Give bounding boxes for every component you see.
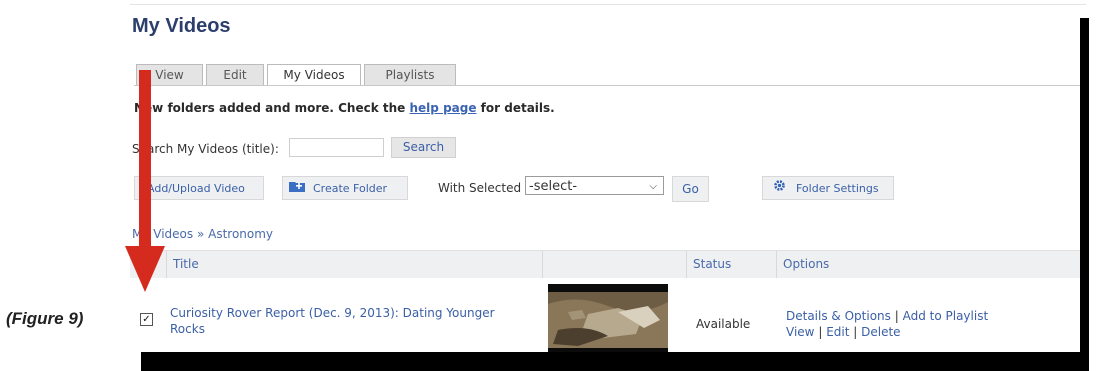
select-value: -select- bbox=[529, 179, 578, 194]
notice-text: New folders added and more. Check the he… bbox=[134, 101, 555, 115]
video-thumbnail[interactable] bbox=[548, 284, 668, 354]
black-border-bottom bbox=[141, 352, 1089, 371]
folder-settings-button[interactable]: Folder Settings bbox=[762, 176, 894, 200]
tab-view[interactable]: View bbox=[136, 64, 203, 85]
tab-my-videos[interactable]: My Videos bbox=[267, 64, 361, 86]
table-row: ✓ Curiosity Rover Report (Dec. 9, 2013):… bbox=[130, 278, 1080, 354]
with-selected-label: With Selected bbox=[438, 181, 522, 195]
header-select bbox=[130, 251, 166, 278]
chevron-down-icon: ⌵ bbox=[649, 181, 657, 192]
details-options-link[interactable]: Details & Options bbox=[786, 309, 891, 323]
folder-settings-label: Folder Settings bbox=[796, 182, 879, 195]
create-folder-button[interactable]: Create Folder bbox=[282, 176, 408, 200]
breadcrumb[interactable]: My Videos » Astronomy bbox=[132, 227, 273, 241]
tab-edit[interactable]: Edit bbox=[206, 64, 264, 85]
search-label: Search My Videos (title): bbox=[132, 142, 279, 156]
gear-icon bbox=[773, 177, 786, 201]
go-button[interactable]: Go bbox=[672, 176, 709, 202]
folder-plus-icon bbox=[289, 177, 305, 201]
table-header: Title Status Options bbox=[130, 250, 1080, 279]
search-input[interactable] bbox=[289, 138, 384, 157]
edit-link[interactable]: Edit bbox=[826, 325, 849, 339]
create-folder-label: Create Folder bbox=[313, 182, 388, 195]
screenshot-panel: My Videos View Edit My Videos Playlists … bbox=[120, 4, 1086, 354]
separator: | bbox=[818, 325, 823, 339]
delete-link[interactable]: Delete bbox=[861, 325, 900, 339]
add-upload-label: Add/Upload Video bbox=[147, 182, 245, 195]
video-title-link[interactable]: Curiosity Rover Report (Dec. 9, 2013): D… bbox=[170, 305, 530, 337]
separator: | bbox=[894, 309, 899, 323]
notice-prefix: New folders added and more. Check the bbox=[134, 101, 406, 115]
page-title: My Videos bbox=[132, 15, 231, 37]
notice-suffix: for details. bbox=[480, 101, 555, 115]
separator: | bbox=[853, 325, 858, 339]
with-selected-select[interactable]: -select- ⌵ bbox=[525, 176, 664, 195]
add-upload-video-button[interactable]: Add/Upload Video bbox=[134, 176, 264, 200]
search-button[interactable]: Search bbox=[391, 137, 456, 158]
header-status[interactable]: Status bbox=[686, 251, 776, 278]
black-border-right bbox=[1080, 18, 1089, 354]
add-to-playlist-link[interactable]: Add to Playlist bbox=[903, 309, 989, 323]
status-text: Available bbox=[696, 317, 751, 331]
help-page-link[interactable]: help page bbox=[410, 101, 477, 115]
view-link[interactable]: View bbox=[786, 325, 814, 339]
options-cell: Details & Options | Add to Playlist View… bbox=[786, 308, 988, 340]
tab-playlists[interactable]: Playlists bbox=[364, 64, 456, 85]
top-divider bbox=[130, 4, 1086, 5]
figure-label: (Figure 9) bbox=[6, 309, 84, 328]
header-options: Options bbox=[776, 251, 1080, 278]
row-checkbox[interactable]: ✓ bbox=[140, 313, 153, 326]
header-thumbnail bbox=[542, 251, 686, 278]
header-title[interactable]: Title bbox=[166, 251, 542, 278]
tab-divider bbox=[134, 85, 1086, 86]
